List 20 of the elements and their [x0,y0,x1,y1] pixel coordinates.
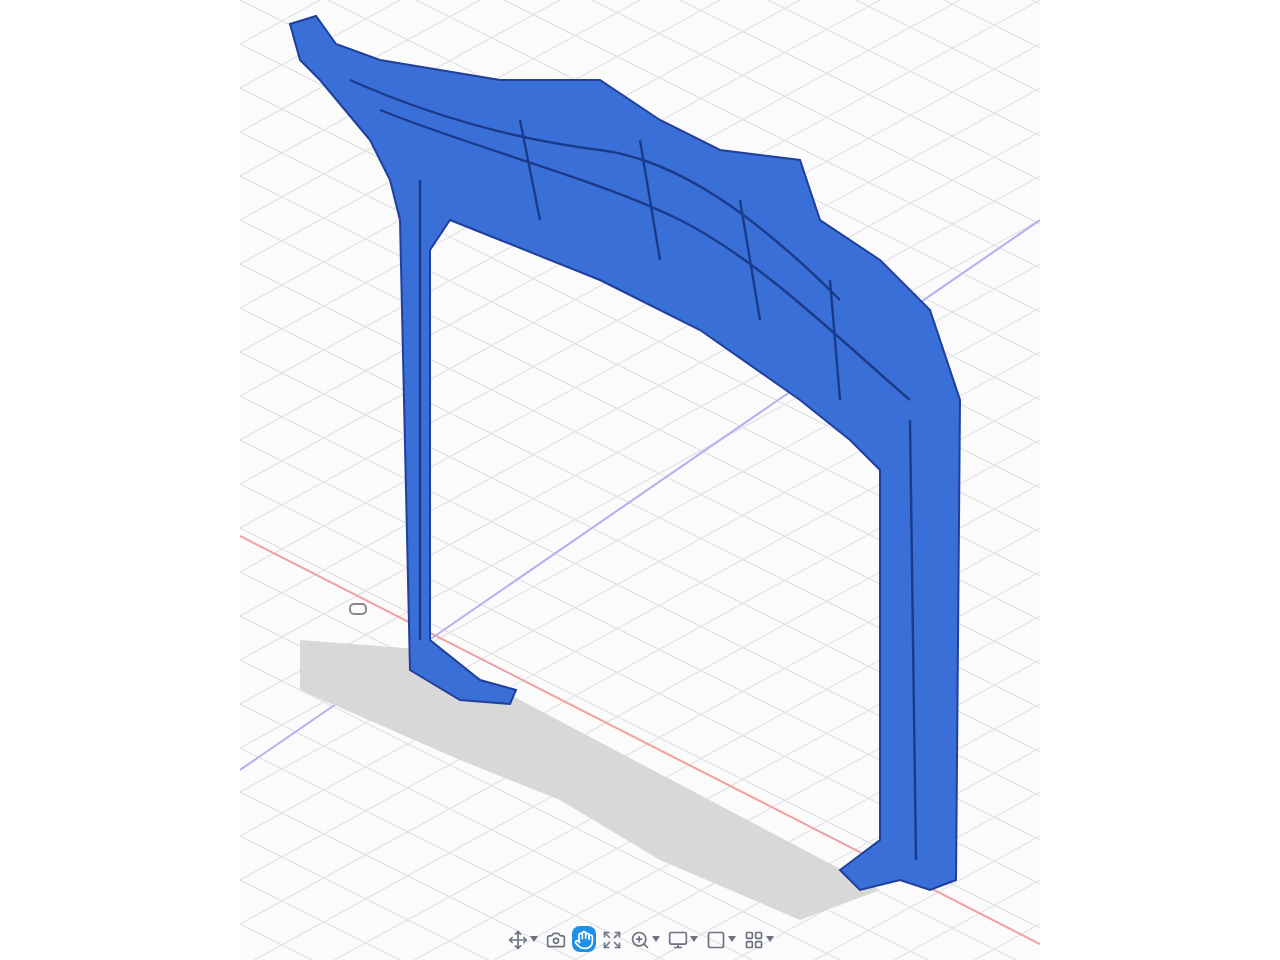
toolbar-button[interactable] [599,926,623,952]
caret-icon [651,936,659,942]
grid-icon [743,929,763,949]
caret-icon [689,936,697,942]
square-icon [705,929,725,949]
zoom-icon [629,929,649,949]
caret-icon [765,936,773,942]
orbit-icon [507,929,527,949]
camera-icon [545,929,565,949]
origin-icon [349,603,367,615]
toolbar-button[interactable] [627,926,661,952]
caret-icon [727,936,735,942]
caret-icon [529,936,537,942]
toolbar-button[interactable] [703,926,737,952]
fit-icon [601,929,621,949]
toolbar-button[interactable] [665,926,699,952]
monitor-icon [667,929,687,949]
toolbar-button[interactable] [741,926,775,952]
toolbar-button[interactable] [505,926,539,952]
hand-icon [573,929,593,949]
